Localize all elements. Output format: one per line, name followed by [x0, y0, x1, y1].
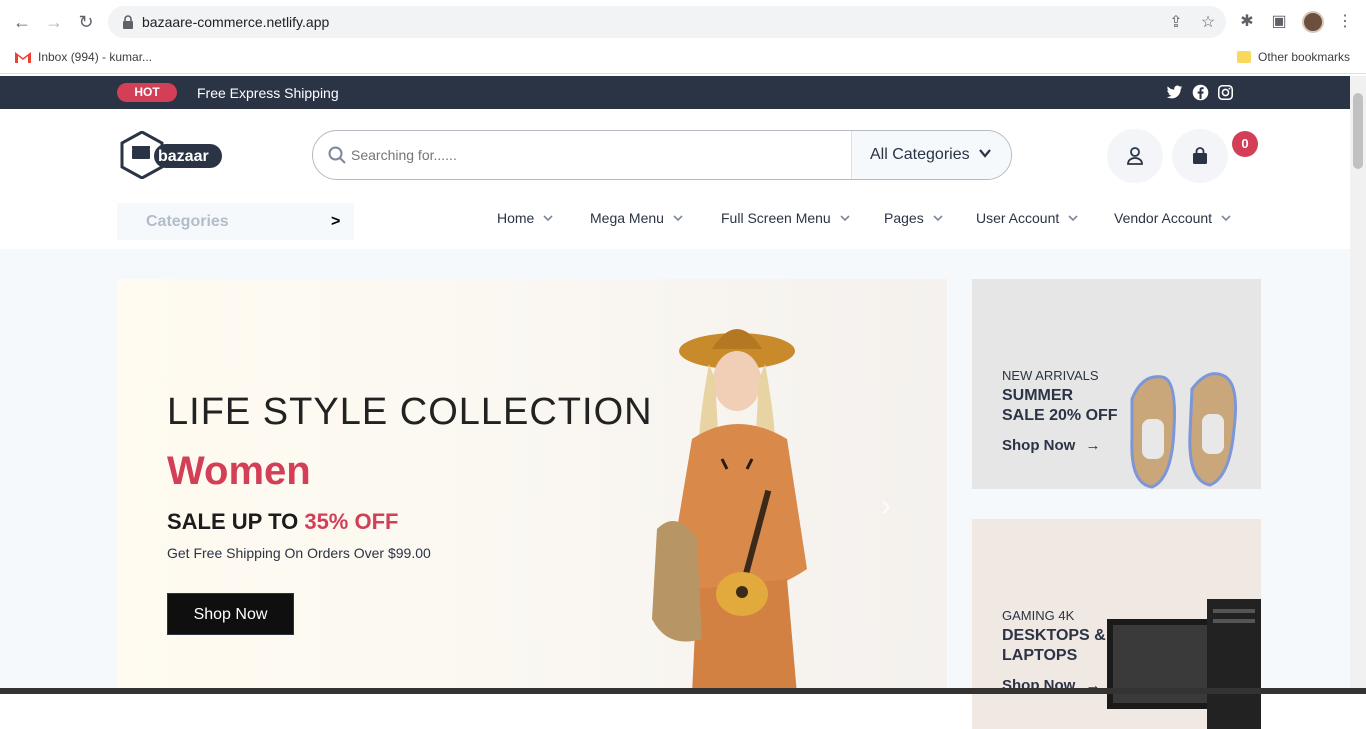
- address-bar[interactable]: bazaare-commerce.netlify.app ⇪ ☆: [108, 6, 1226, 38]
- hero-sale-text: SALE UP TO 35% OFF: [167, 509, 398, 535]
- share-icon[interactable]: ⇪: [1166, 13, 1186, 33]
- hero-subhead: Women: [167, 449, 311, 493]
- side-panel-icon[interactable]: ▣: [1268, 11, 1290, 33]
- browser-toolbar: ← → ↻ bazaare-commerce.netlify.app ⇪ ☆ ✱…: [0, 0, 1366, 44]
- nav-vendor-account[interactable]: Vendor Account: [1114, 210, 1232, 226]
- extensions-icon[interactable]: ✱: [1236, 11, 1258, 33]
- user-icon: [1127, 147, 1143, 165]
- account-button[interactable]: [1107, 129, 1163, 183]
- desktop-computer-image: [1107, 599, 1261, 729]
- nav-full-screen-menu[interactable]: Full Screen Menu: [721, 210, 851, 226]
- promo-card-summer[interactable]: NEW ARRIVALS SUMMER SALE 20% OFF Shop No…: [972, 279, 1261, 489]
- bookmark-label: Inbox (994) - kumar...: [38, 50, 153, 64]
- promo-shop-now-link[interactable]: Shop Now →: [1002, 437, 1101, 454]
- promo-title-line1: SUMMER: [1002, 387, 1074, 404]
- category-select[interactable]: All Categories: [851, 131, 1011, 179]
- forward-icon[interactable]: →: [43, 11, 65, 33]
- hero-carousel: LIFE STYLE COLLECTION Women SALE UP TO 3…: [117, 279, 947, 694]
- page-scrollbar[interactable]: [1350, 76, 1366, 694]
- chevron-down-icon: [840, 215, 850, 222]
- bookmark-inbox[interactable]: Inbox (994) - kumar...: [15, 50, 152, 64]
- nav-label: Full Screen Menu: [721, 210, 831, 226]
- sale-percent: 35% OFF: [304, 509, 399, 534]
- chevron-down-icon: [1068, 215, 1078, 222]
- profile-avatar[interactable]: [1302, 11, 1324, 33]
- chevron-down-icon: [933, 215, 943, 222]
- promo-title: SUMMER SALE 20% OFF: [1002, 386, 1122, 426]
- nav-user-account[interactable]: User Account: [976, 210, 1079, 226]
- taskbar-edge: [0, 688, 1366, 694]
- bazaar-logo[interactable]: bazaar: [118, 131, 224, 179]
- gmail-icon: [15, 52, 31, 63]
- cart-count-badge: 0: [1232, 131, 1258, 157]
- sneakers-image: [1130, 372, 1237, 489]
- categories-button[interactable]: Categories >: [117, 203, 354, 240]
- carousel-next-icon[interactable]: ›: [881, 489, 905, 522]
- chevron-down-icon: [543, 215, 553, 222]
- chevron-down-icon: [673, 215, 683, 222]
- hero-headline: LIFE STYLE COLLECTION: [167, 391, 653, 433]
- promo-title-line2: LAPTOPS: [1002, 647, 1078, 664]
- hero-description: Get Free Shipping On Orders Over $99.00: [167, 545, 431, 561]
- promo-title: DESKTOPS & LAPTOPS: [1002, 626, 1122, 666]
- promo-title-line1: DESKTOPS &: [1002, 627, 1106, 644]
- lock-icon: [123, 15, 133, 29]
- announcement-bar: HOT Free Express Shipping: [0, 76, 1350, 109]
- model-image: [652, 329, 807, 694]
- promo-kicker: NEW ARRIVALS: [1002, 368, 1099, 383]
- main-content: LIFE STYLE COLLECTION Women SALE UP TO 3…: [0, 249, 1350, 729]
- promo-kicker: GAMING 4K: [1002, 608, 1075, 623]
- hot-badge: HOT: [117, 83, 177, 102]
- nav-label: Pages: [884, 210, 924, 226]
- promo-card-gaming[interactable]: GAMING 4K DESKTOPS & LAPTOPS Shop Now →: [972, 519, 1261, 729]
- site-header: bazaar All Categories 0 Categories > Hom…: [0, 109, 1350, 249]
- categories-label: Categories: [146, 213, 229, 230]
- twitter-icon[interactable]: [1166, 84, 1183, 101]
- chevron-down-icon: [1221, 215, 1231, 222]
- nav-label: Vendor Account: [1114, 210, 1213, 226]
- bookmark-label: Other bookmarks: [1258, 50, 1351, 64]
- shipping-text: Free Express Shipping: [197, 85, 339, 101]
- category-select-value: All Categories: [870, 146, 970, 163]
- nav-label: Home: [497, 210, 535, 226]
- bookmark-other[interactable]: Other bookmarks: [1237, 50, 1350, 64]
- nav-label: Mega Menu: [590, 210, 664, 226]
- cart-button[interactable]: [1172, 129, 1228, 183]
- reload-icon[interactable]: ↻: [75, 11, 97, 33]
- nav-label: User Account: [976, 210, 1060, 226]
- bookmark-star-icon[interactable]: ☆: [1198, 13, 1218, 33]
- search-bar: All Categories: [312, 130, 1012, 180]
- chevron-down-icon: [979, 149, 991, 158]
- folder-icon: [1237, 51, 1251, 63]
- search-icon: [328, 146, 346, 164]
- search-input[interactable]: [351, 147, 831, 163]
- shopping-bag-icon: [1193, 147, 1207, 164]
- menu-dots-icon[interactable]: ⋮: [1334, 11, 1356, 33]
- facebook-icon[interactable]: [1192, 84, 1209, 101]
- back-icon[interactable]: ←: [11, 11, 33, 33]
- nav-home[interactable]: Home: [497, 210, 554, 226]
- categories-arrow: >: [331, 213, 341, 230]
- nav-pages[interactable]: Pages: [884, 210, 944, 226]
- instagram-icon[interactable]: [1217, 84, 1234, 101]
- scrollbar-thumb[interactable]: [1353, 93, 1363, 169]
- url-text: bazaare-commerce.netlify.app: [142, 14, 330, 30]
- hero-shop-now-button[interactable]: Shop Now: [167, 593, 294, 635]
- nav-mega-menu[interactable]: Mega Menu: [590, 210, 684, 226]
- logo-text: bazaar: [158, 148, 209, 165]
- arrow-right-icon: →: [1085, 437, 1101, 454]
- promo-link-label: Shop Now: [1002, 437, 1076, 454]
- sale-prefix: SALE UP TO: [167, 509, 305, 534]
- promo-title-line2: SALE 20% OFF: [1002, 407, 1118, 424]
- bookmarks-bar: Inbox (994) - kumar... Other bookmarks: [0, 44, 1366, 74]
